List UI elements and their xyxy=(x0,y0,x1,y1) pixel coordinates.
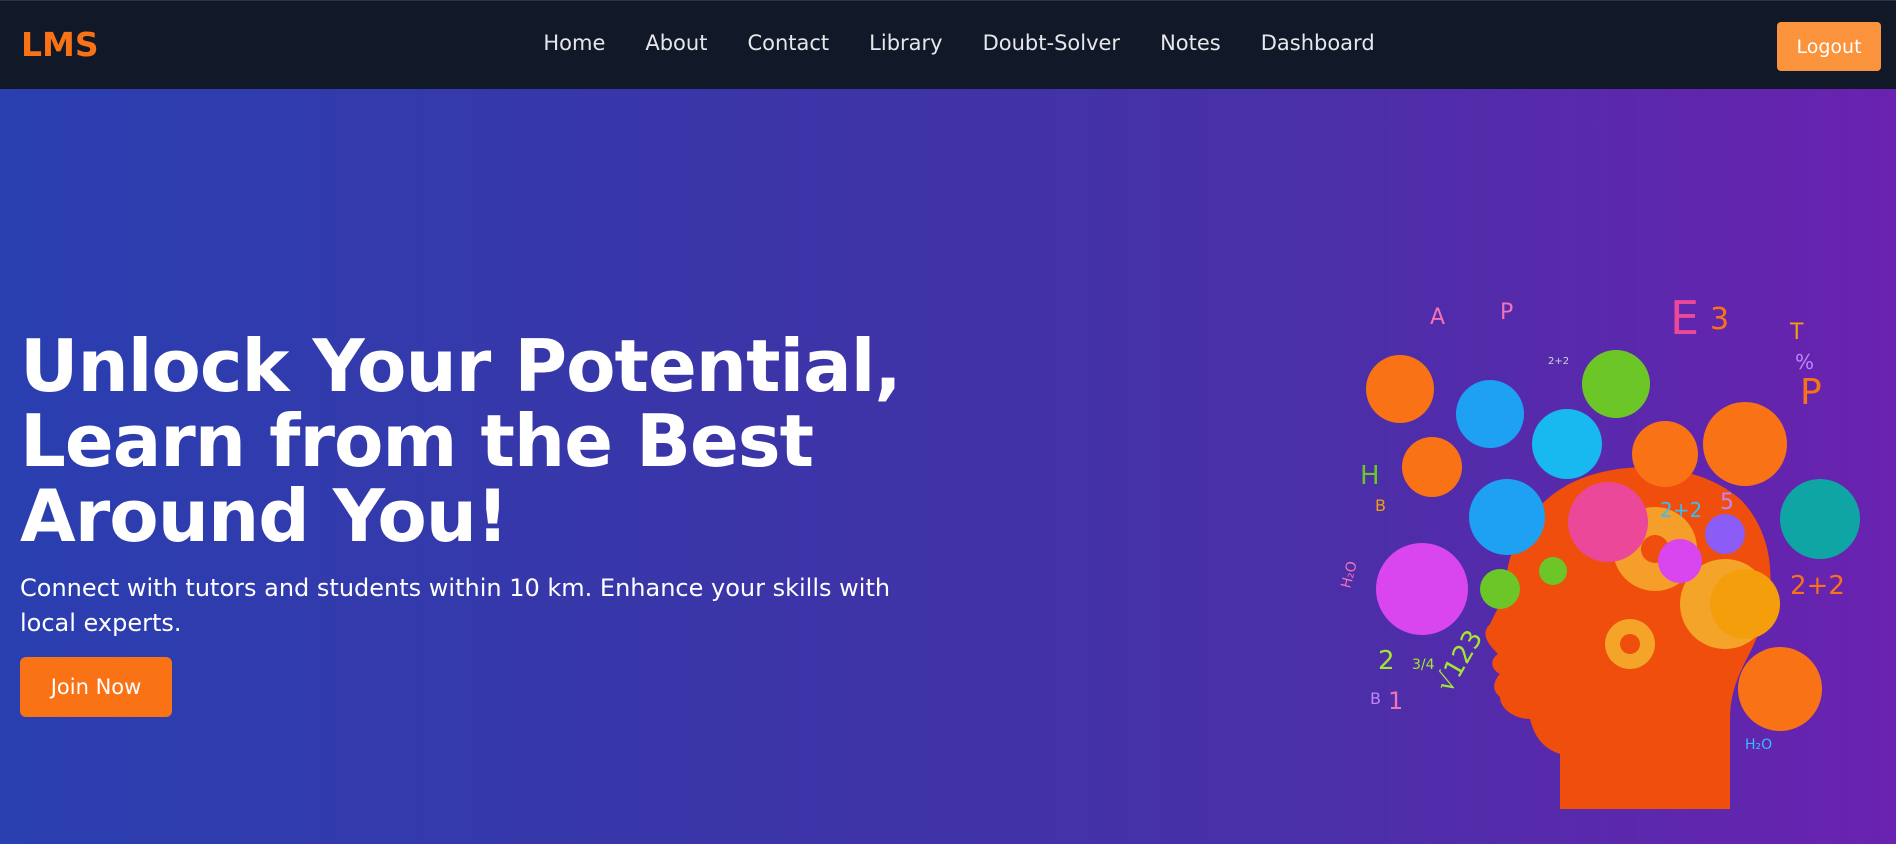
hero-title: Unlock Your Potential, Learn from the Be… xyxy=(20,329,920,554)
brain-illustration: A P E 3 T % P H B 2+2 5 2+2 2 3/4 √123 H… xyxy=(1338,291,1860,809)
dna-bubble-icon xyxy=(1469,479,1545,555)
flask-small-bubble-icon xyxy=(1539,557,1567,585)
logo[interactable]: LMS xyxy=(21,25,99,64)
music-bubble-icon xyxy=(1532,409,1602,479)
join-now-button[interactable]: Join Now xyxy=(20,657,172,717)
hero-title-line-1: Unlock Your Potential, xyxy=(20,324,902,408)
symbol-1: 1 xyxy=(1388,687,1403,715)
symbol-2: 2 xyxy=(1378,646,1395,676)
symbol-2plus2: 2+2 xyxy=(1660,498,1702,522)
symbol-a: A xyxy=(1430,305,1445,330)
gear-small-icon xyxy=(1605,619,1655,669)
trophy-bubble-icon xyxy=(1780,479,1860,559)
symbol-b2: B xyxy=(1370,689,1381,708)
nav-link-about[interactable]: About xyxy=(645,31,707,55)
nav-link-dashboard[interactable]: Dashboard xyxy=(1261,31,1375,55)
telescope-bubble-icon xyxy=(1703,402,1787,486)
symbol-h: H xyxy=(1360,461,1380,491)
navbar: LMS Home About Contact Library Doubt-Sol… xyxy=(0,0,1896,89)
symbol-3: 3 xyxy=(1710,302,1729,337)
symbol-percent: % xyxy=(1795,350,1814,374)
palette-bubble-icon xyxy=(1366,355,1434,423)
microscope-bubble-icon xyxy=(1402,437,1462,497)
symbol-t: T xyxy=(1789,320,1804,345)
symbol-h2o-b: H₂O xyxy=(1745,737,1772,753)
hero-title-line-3: Around You! xyxy=(20,474,509,558)
globe-bubble-icon xyxy=(1710,569,1780,639)
nav-link-library[interactable]: Library xyxy=(869,31,942,55)
nav-link-home[interactable]: Home xyxy=(543,31,605,55)
symbol-2plus2-b: 2+2 xyxy=(1790,571,1845,601)
pencil-bubble-icon xyxy=(1632,421,1698,487)
hero-title-line-2: Learn from the Best xyxy=(20,399,814,483)
symbol-3-4: 3/4 xyxy=(1412,657,1435,673)
nav-link-contact[interactable]: Contact xyxy=(747,31,829,55)
cube-bubble-icon xyxy=(1568,482,1648,562)
nav-link-doubt-solver[interactable]: Doubt-Solver xyxy=(983,31,1120,55)
globe-small-bubble-icon xyxy=(1705,514,1745,554)
nav-link-notes[interactable]: Notes xyxy=(1160,31,1221,55)
atom-small-bubble-icon xyxy=(1658,539,1702,583)
ruler-bubble-icon xyxy=(1456,380,1524,448)
atom-bubble-icon xyxy=(1376,543,1468,635)
symbol-p2: P xyxy=(1800,372,1822,413)
symbol-5: 5 xyxy=(1720,490,1734,515)
symbol-p: P xyxy=(1500,300,1513,325)
kick-bubble-icon xyxy=(1738,647,1822,731)
flask-bubble-icon xyxy=(1582,350,1650,418)
symbol-sqrt: √123 xyxy=(1430,625,1489,697)
hero-section: Unlock Your Potential, Learn from the Be… xyxy=(0,89,1896,844)
symbol-b: B xyxy=(1375,496,1386,515)
nav-links: Home About Contact Library Doubt-Solver … xyxy=(0,31,1896,55)
symbol-h2o: H₂O xyxy=(1338,560,1360,590)
symbol-e: E xyxy=(1670,291,1699,345)
symbol-2plus2-small: 2+2 xyxy=(1548,356,1569,367)
logout-button[interactable]: Logout xyxy=(1777,22,1881,71)
hero-subtitle: Connect with tutors and students within … xyxy=(20,574,891,637)
calculator-bubble-icon xyxy=(1480,569,1520,609)
